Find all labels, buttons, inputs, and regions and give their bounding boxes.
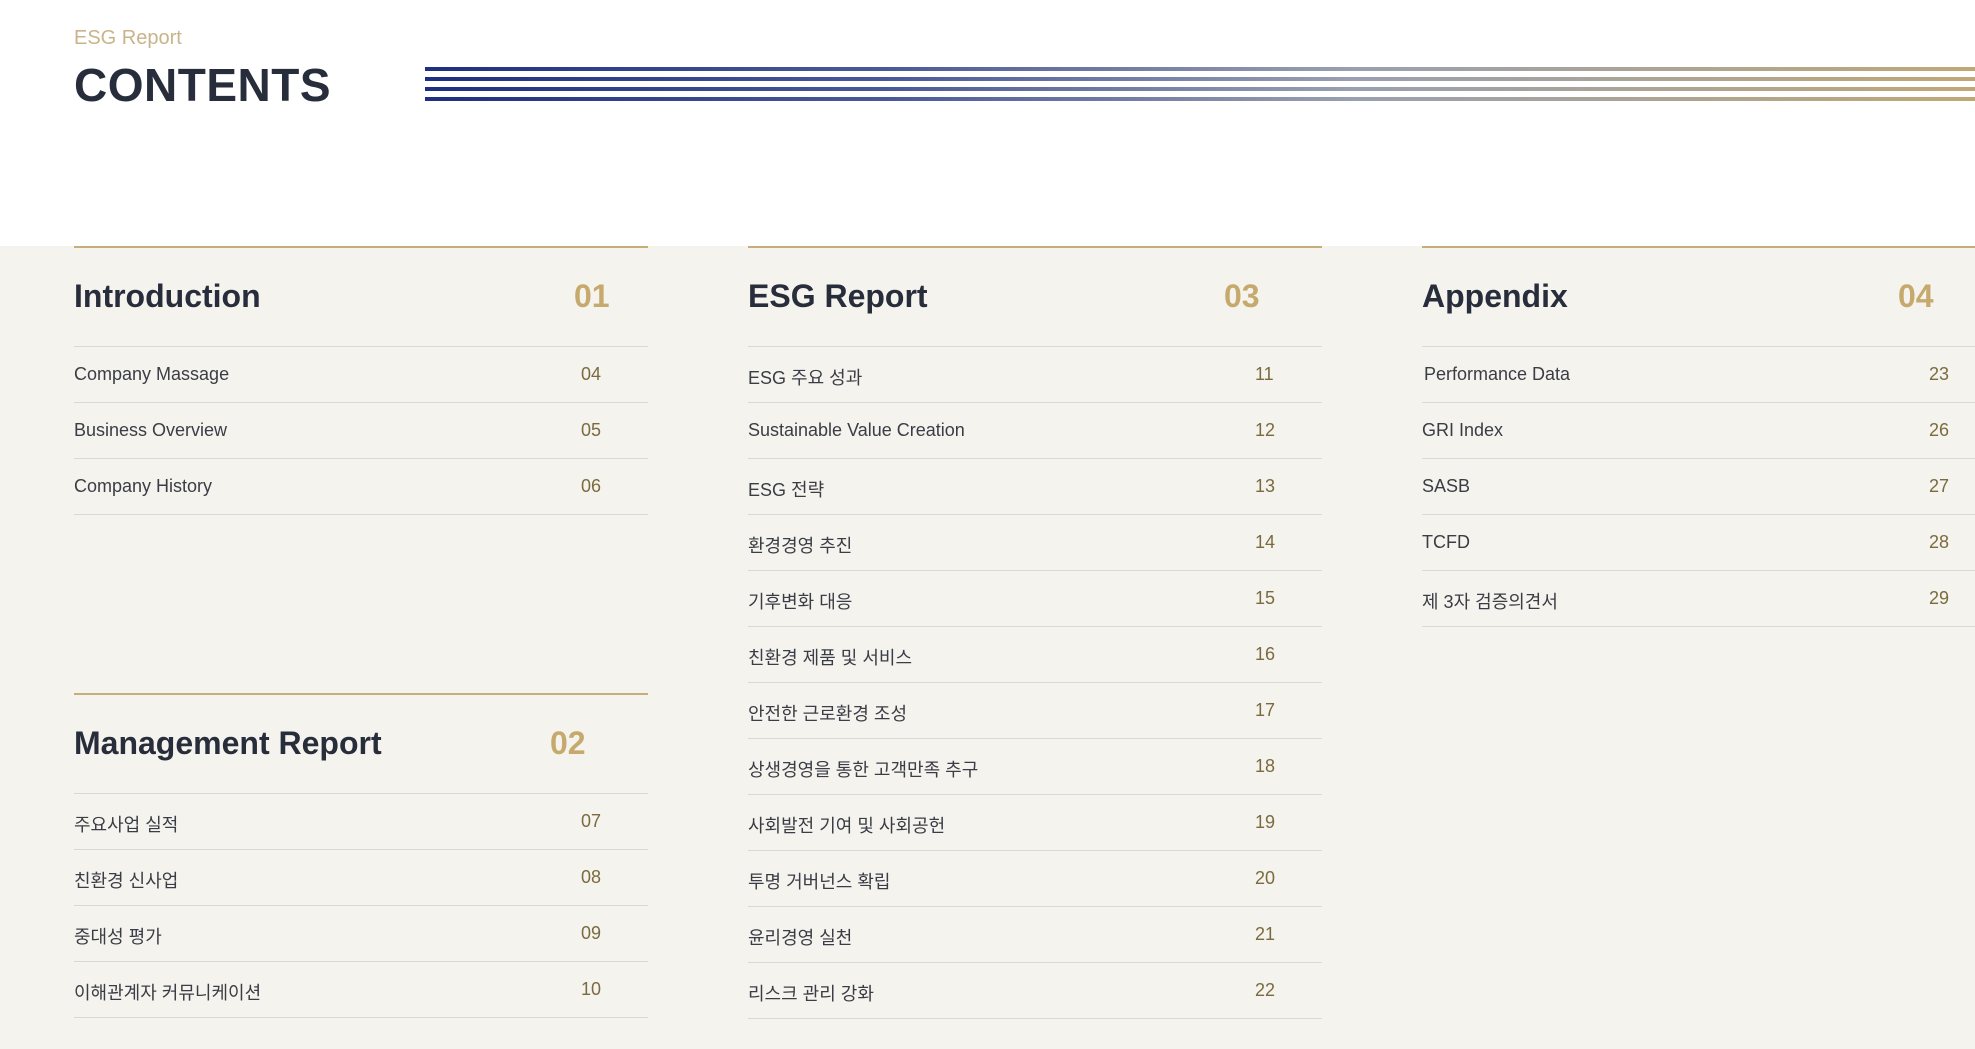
toc-item-page: 21: [1255, 924, 1276, 944]
toc-row[interactable]: Performance Data 23: [1422, 347, 1975, 403]
toc-row[interactable]: Business Overview 05: [74, 403, 648, 459]
section-title: ESG Report: [748, 278, 928, 314]
toc-item-page: 29: [1929, 588, 1950, 608]
toc-item-label: Sustainable Value Creation: [748, 420, 965, 440]
toc-item-page: 15: [1255, 588, 1276, 608]
stripe: [425, 97, 1975, 101]
section-title: Introduction: [74, 278, 261, 314]
section-number: 03: [1224, 278, 1260, 314]
toc-item-page: 04: [581, 364, 602, 384]
toc-row[interactable]: Company History 06: [74, 459, 648, 515]
toc-row[interactable]: 사회발전 기여 및 사회공헌 19: [748, 795, 1322, 851]
section-header: Introduction 01: [74, 248, 648, 347]
eyebrow-label: ESG Report: [74, 27, 182, 49]
toc-item-label: 제 3자 검증의견서: [1422, 592, 1558, 612]
toc-item-label: Company Massage: [74, 364, 230, 384]
toc-item-page: 20: [1255, 868, 1276, 888]
section-header: Management Report 02: [74, 695, 648, 794]
toc-item-label: 중대성 평가: [74, 927, 162, 947]
section-number: 02: [550, 725, 586, 761]
toc-item-label: 안전한 근로환경 조성: [748, 704, 908, 724]
toc-item-label: 친환경 신사업: [74, 871, 179, 891]
toc-item-label: 리스크 관리 강화: [748, 984, 874, 1004]
toc-item-page: 08: [581, 867, 602, 887]
page-title: CONTENTS: [74, 59, 331, 111]
stripe: [425, 77, 1975, 81]
toc-item-page: 07: [581, 811, 602, 831]
section-title: Management Report: [74, 725, 382, 761]
toc-row[interactable]: ESG 전략 13: [748, 459, 1322, 515]
toc-row[interactable]: GRI Index 26: [1422, 403, 1975, 459]
header: ESG Report CONTENTS: [0, 0, 1975, 246]
toc-row[interactable]: 투명 거버넌스 확립 20: [748, 851, 1322, 907]
toc-row[interactable]: 상생경영을 통한 고객만족 추구 18: [748, 739, 1322, 795]
toc-item-page: 22: [1255, 980, 1276, 1000]
section-number: 01: [574, 278, 610, 314]
toc-item-label: ESG 전략: [748, 480, 825, 500]
section-header: Appendix 04: [1422, 248, 1975, 347]
toc-item-page: 14: [1255, 532, 1276, 552]
toc-item-page: 28: [1929, 532, 1950, 552]
section-esg: ESG Report 03 ESG 주요 성과 11 Sustainable V…: [748, 246, 1322, 1019]
stripe: [425, 87, 1975, 91]
toc-item-label: 환경경영 추진: [748, 536, 853, 556]
section-appendix: Appendix 04 Performance Data 23 GRI Inde…: [1422, 246, 1975, 627]
toc-row[interactable]: 기후변화 대응 15: [748, 571, 1322, 627]
toc-row[interactable]: Company Massage 04: [74, 347, 648, 403]
toc-row[interactable]: 환경경영 추진 14: [748, 515, 1322, 571]
toc-row[interactable]: TCFD 28: [1422, 515, 1975, 571]
toc-row[interactable]: Sustainable Value Creation 12: [748, 403, 1322, 459]
toc-item-label: GRI Index: [1422, 420, 1504, 440]
section-title: Appendix: [1422, 278, 1568, 314]
toc-item-label: ESG 주요 성과: [748, 368, 863, 388]
toc-item-label: 상생경영을 통한 고객만족 추구: [748, 760, 979, 780]
toc-item-page: 17: [1255, 700, 1276, 720]
toc-row[interactable]: 친환경 제품 및 서비스 16: [748, 627, 1322, 683]
toc-row[interactable]: ESG 주요 성과 11: [748, 347, 1322, 403]
toc-item-label: 사회발전 기여 및 사회공헌: [748, 816, 946, 836]
toc-item-label: SASB: [1422, 476, 1471, 496]
section-management: Management Report 02 주요사업 실적 07 친환경 신사업 …: [74, 693, 648, 1018]
toc-item-page: 27: [1929, 476, 1950, 496]
toc-row[interactable]: 윤리경영 실천 21: [748, 907, 1322, 963]
toc-item-label: Business Overview: [74, 420, 228, 440]
toc-row[interactable]: 리스크 관리 강화 22: [748, 963, 1322, 1019]
contents-panel: Introduction 01 Company Massage 04 Busin…: [0, 246, 1975, 1049]
stripe: [425, 67, 1975, 71]
toc-item-page: 11: [1255, 364, 1274, 384]
toc-row[interactable]: 안전한 근로환경 조성 17: [748, 683, 1322, 739]
toc-item-label: Company History: [74, 476, 213, 496]
toc-item-page: 23: [1929, 364, 1950, 384]
toc-item-label: 윤리경영 실천: [748, 928, 853, 948]
toc-row[interactable]: 친환경 신사업 08: [74, 850, 648, 906]
toc-item-page: 09: [581, 923, 602, 943]
toc-item-page: 06: [581, 476, 602, 496]
toc-row[interactable]: 주요사업 실적 07: [74, 794, 648, 850]
toc-item-label: 친환경 제품 및 서비스: [748, 648, 913, 668]
toc-item-page: 26: [1929, 420, 1950, 440]
toc-item-page: 18: [1255, 756, 1276, 776]
toc-item-page: 19: [1255, 812, 1276, 832]
toc-item-page: 16: [1255, 644, 1276, 664]
toc-row[interactable]: 제 3자 검증의견서 29: [1422, 571, 1975, 627]
toc-item-label: 이해관계자 커뮤니케이션: [74, 983, 262, 1003]
toc-row[interactable]: SASB 27: [1422, 459, 1975, 515]
toc-row[interactable]: 중대성 평가 09: [74, 906, 648, 962]
toc-row[interactable]: 이해관계자 커뮤니케이션 10: [74, 962, 648, 1018]
toc-item-label: 기후변화 대응: [748, 592, 853, 612]
section-number: 04: [1898, 278, 1934, 314]
toc-item-label: TCFD: [1422, 532, 1470, 552]
toc-item-page: 10: [581, 979, 602, 999]
section-header: ESG Report 03: [748, 248, 1322, 347]
toc-item-page: 13: [1255, 476, 1276, 496]
toc-item-label: Performance Data: [1424, 364, 1571, 384]
toc-item-label: 주요사업 실적: [74, 815, 179, 835]
decorative-stripes: [425, 67, 1975, 101]
toc-item-page: 05: [581, 420, 602, 440]
toc-item-page: 12: [1255, 420, 1276, 440]
section-introduction: Introduction 01 Company Massage 04 Busin…: [74, 246, 648, 515]
toc-item-label: 투명 거버넌스 확립: [748, 872, 891, 892]
